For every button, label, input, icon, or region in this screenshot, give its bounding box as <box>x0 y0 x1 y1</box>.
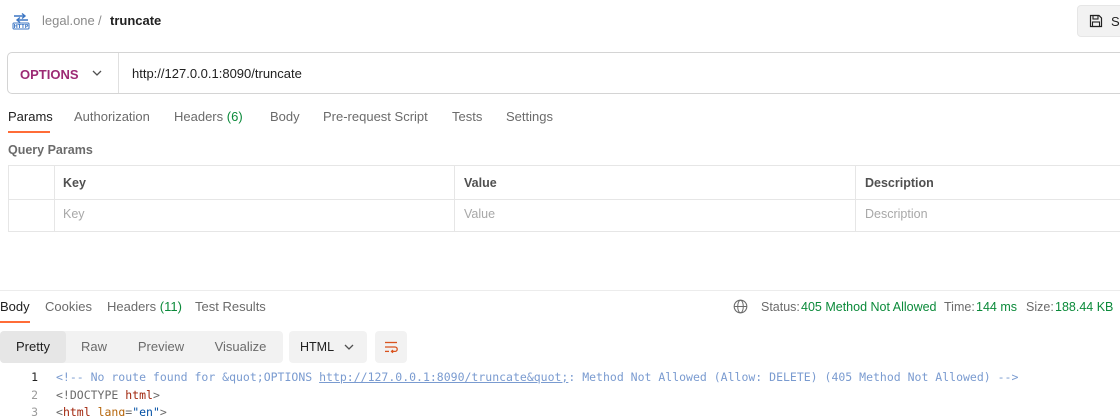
tab-tests[interactable]: Tests <box>452 109 482 124</box>
code-tag: html <box>125 388 153 402</box>
response-tab-body[interactable]: Body <box>0 299 30 314</box>
response-tab-headers[interactable]: Headers (11) <box>107 299 182 314</box>
code-attribute: lang <box>90 405 126 416</box>
column-header-key: Key <box>63 176 86 190</box>
http-method-select[interactable]: OPTIONS <box>20 67 79 82</box>
view-preview-button[interactable]: Preview <box>122 331 200 363</box>
code-bracket: > <box>152 388 160 402</box>
http-request-icon: HTTP <box>12 12 30 30</box>
tab-headers-count: (6) <box>226 109 243 124</box>
tab-body[interactable]: Body <box>270 109 300 124</box>
code-link[interactable]: http://127.0.0.1:8090/truncate&quot; <box>319 370 568 384</box>
url-input[interactable]: http://127.0.0.1:8090/truncate <box>132 66 302 81</box>
response-tab-headers-label: Headers <box>107 299 157 314</box>
code-line[interactable]: <!-- No route found for &quot;OPTIONS ht… <box>56 370 1018 384</box>
table-column-divider <box>54 166 55 231</box>
status-value[interactable]: 405 Method Not Allowed <box>801 300 937 314</box>
time-value[interactable]: 144 ms <box>976 300 1017 314</box>
wrap-lines-icon <box>385 341 398 354</box>
code-line[interactable]: <html lang="en"> <box>56 405 167 416</box>
tab-authorization[interactable]: Authorization <box>74 109 150 124</box>
column-header-value: Value <box>464 176 497 190</box>
tab-headers-label: Headers <box>174 109 224 124</box>
floppy-disk-icon <box>1089 14 1103 28</box>
url-bar: OPTIONS http://127.0.0.1:8090/truncate <box>7 52 1120 94</box>
breadcrumb-collection[interactable]: legal.one <box>42 13 95 28</box>
response-tab-headers-count: (11) <box>159 299 182 314</box>
tab-headers[interactable]: Headers (6) <box>174 109 243 124</box>
size-label: Size: <box>1026 300 1054 314</box>
column-header-description: Description <box>865 176 934 190</box>
table-divider <box>9 199 1120 200</box>
code-comment: <!-- No route found for &quot;OPTIONS <box>56 370 320 384</box>
code-bracket: > <box>159 405 167 416</box>
line-number: 3 <box>31 405 38 416</box>
save-label: Sa <box>1111 14 1120 29</box>
breadcrumb-request-name[interactable]: truncate <box>110 13 161 28</box>
response-active-tab-indicator <box>0 321 30 323</box>
table-column-divider <box>855 166 856 231</box>
tab-pre-request-script[interactable]: Pre-request Script <box>323 109 428 124</box>
url-divider <box>118 53 119 93</box>
format-value: HTML <box>300 340 335 354</box>
response-tab-test-results[interactable]: Test Results <box>195 299 266 314</box>
param-value-input[interactable]: Value <box>464 207 495 221</box>
size-value[interactable]: 188.44 KB <box>1055 300 1113 314</box>
line-number: 1 <box>31 370 38 384</box>
view-raw-button[interactable]: Raw <box>66 331 122 363</box>
status-label: Status: <box>761 300 800 314</box>
wrap-lines-button[interactable] <box>375 331 407 363</box>
time-label: Time: <box>944 300 975 314</box>
globe-icon[interactable] <box>733 299 748 314</box>
query-params-title: Query Params <box>8 143 93 157</box>
breadcrumb-separator: / <box>98 13 102 28</box>
view-pretty-button[interactable]: Pretty <box>0 331 66 363</box>
code-comment: : Method Not Allowed (Allow: DELETE) (40… <box>568 370 1019 384</box>
svg-text:HTTP: HTTP <box>14 24 29 30</box>
tab-settings[interactable]: Settings <box>506 109 553 124</box>
save-button[interactable]: Sa <box>1077 5 1120 37</box>
query-params-table: Key Value Description Key Value Descript… <box>8 165 1120 232</box>
response-divider[interactable] <box>0 290 1120 291</box>
param-key-input[interactable]: Key <box>63 207 85 221</box>
code-line[interactable]: <!DOCTYPE html> <box>56 388 160 402</box>
code-bracket: < <box>56 405 63 416</box>
chevron-down-icon <box>344 344 354 350</box>
request-header: HTTP legal.one / truncate Sa <box>0 0 1120 42</box>
tab-params[interactable]: Params <box>8 109 53 124</box>
chevron-down-icon[interactable] <box>92 69 102 77</box>
code-doctype: <!DOCTYPE <box>56 388 126 402</box>
param-description-input[interactable]: Description <box>865 207 928 221</box>
line-number: 2 <box>31 388 38 402</box>
code-string: "en" <box>132 405 160 416</box>
active-tab-indicator <box>8 131 50 133</box>
response-tab-cookies[interactable]: Cookies <box>45 299 92 314</box>
table-column-divider <box>454 166 455 231</box>
view-mode-selector: Pretty Raw Preview Visualize <box>0 331 283 363</box>
view-visualize-button[interactable]: Visualize <box>200 331 281 363</box>
code-tag: html <box>62 405 91 416</box>
format-select[interactable]: HTML <box>289 331 367 363</box>
